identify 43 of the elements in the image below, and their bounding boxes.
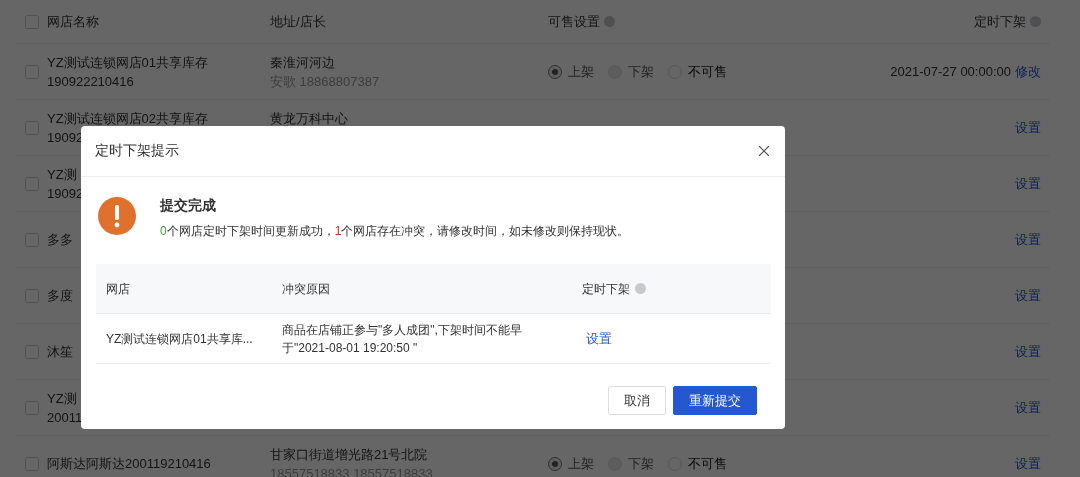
schedule-time: 2021-07-27 00:00:00 (890, 62, 1011, 81)
column-header: 可售设置 (548, 12, 600, 31)
column-header: 定时下架 (582, 280, 630, 298)
address: 秦淮河河边 (270, 53, 335, 71)
schedule-link[interactable]: 修改 (1015, 62, 1041, 81)
store-name: 20011 (47, 408, 83, 426)
alert-title: 提交完成 (160, 197, 217, 215)
store-name: 多多 (47, 231, 73, 248)
schedule-link[interactable]: 设置 (1015, 230, 1041, 249)
store-name: 19092 (47, 184, 84, 202)
schedule-link[interactable]: 设置 (1015, 118, 1041, 137)
schedule-link[interactable]: 设置 (586, 329, 612, 348)
schedule-link[interactable]: 设置 (1015, 398, 1041, 417)
store-name: 190922210416 (47, 72, 134, 90)
conflict-reason: 商品在店铺正参与"多人成团",下架时间不能早于"2021-08-01 19:20:50 " (282, 321, 523, 357)
resubmit-button[interactable]: 重新提交 (673, 386, 757, 415)
store-name: 阿斯达阿斯达200119210416 (47, 455, 211, 472)
store-name: YZ测试连锁网店01共享库存 (47, 53, 209, 71)
store-name: YZ测 (47, 165, 77, 183)
radio-option[interactable]: 不可售 (668, 454, 727, 473)
address: 黄龙万科中心 (270, 109, 348, 127)
address: 甘家口街道增光路21号北院 (270, 445, 428, 463)
schedule-link[interactable]: 设置 (1015, 454, 1041, 473)
store-name: YZ测试连锁网店02共享库存 (47, 109, 209, 127)
store-name: YZ测试连锁网店01共享库... (106, 330, 253, 348)
schedule-link[interactable]: 设置 (1015, 174, 1041, 193)
radio-option[interactable]: 不可售 (668, 62, 727, 81)
dialog-title: 定时下架提示 (95, 142, 179, 160)
store-name: 多度 (47, 287, 73, 304)
alert-message: 0个网店定时下架时间更新成功，1个网店存在冲突，请修改时间，如未修改则保持现状。 (160, 223, 630, 240)
column-header: 地址/店长 (270, 12, 326, 31)
column-header: 定时下架 (974, 12, 1026, 31)
cancel-button[interactable]: 取消 (608, 386, 666, 415)
column-header: 网店 (106, 280, 130, 298)
warning-icon (98, 197, 136, 235)
schedule-link[interactable]: 设置 (1015, 342, 1041, 361)
schedule-link[interactable]: 设置 (1015, 286, 1041, 305)
store-name: 沐笙 (47, 343, 73, 360)
column-header: 冲突原因 (282, 280, 330, 298)
store-name: 19092 (47, 128, 84, 146)
store-name: YZ测 (47, 389, 77, 407)
help-icon[interactable] (635, 283, 646, 294)
column-header: 网店名称 (47, 12, 99, 31)
